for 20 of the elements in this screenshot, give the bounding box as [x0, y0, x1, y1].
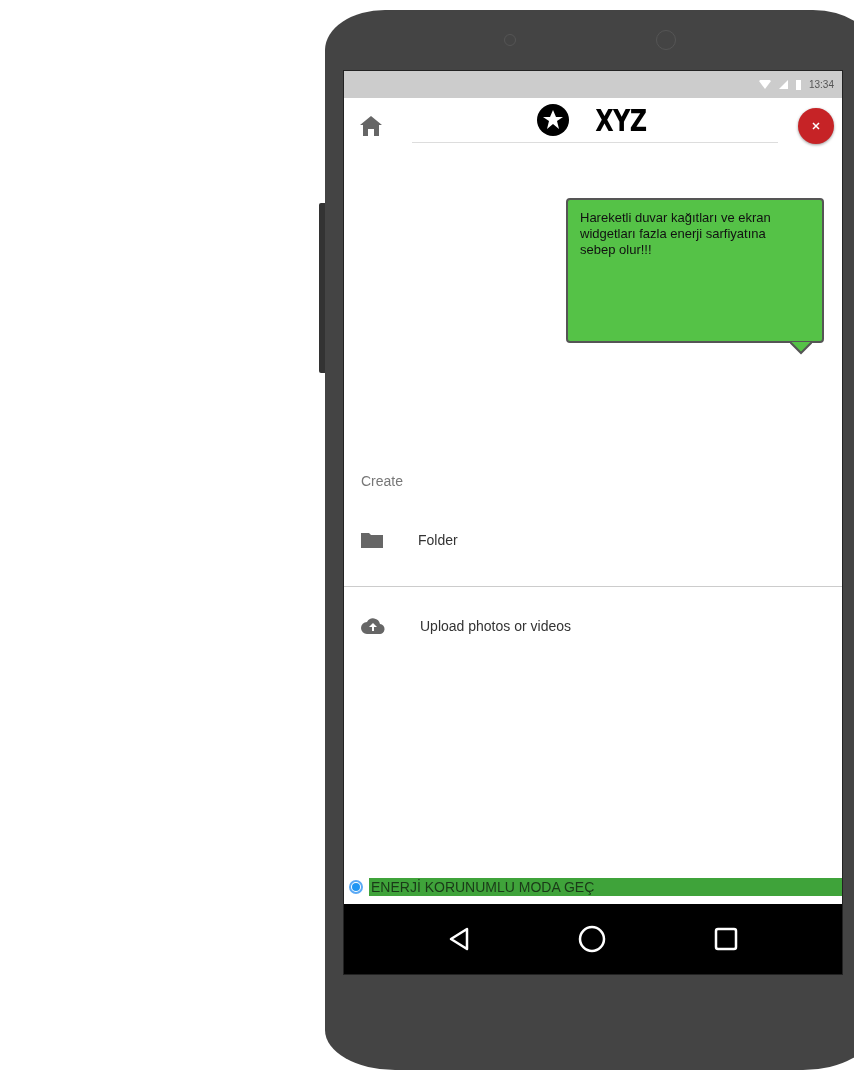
folder-icon: [361, 531, 383, 548]
wifi-icon: [758, 80, 771, 89]
menu-item[interactable]: Upload photos or videos: [344, 587, 842, 665]
back-icon[interactable]: [448, 927, 470, 951]
app-title: XYZ: [595, 102, 647, 138]
home-circle-icon[interactable]: [578, 925, 606, 953]
home-icon[interactable]: [360, 116, 382, 136]
option-label: ENERJİ KORUNUMLU MODA GEÇ: [369, 878, 842, 896]
radio-button[interactable]: [349, 880, 363, 894]
close-icon: [811, 121, 821, 131]
menu-item[interactable]: Folder: [344, 493, 842, 587]
tooltip-pointer: [790, 341, 812, 355]
recents-icon[interactable]: [714, 927, 738, 951]
signal-icon: [778, 80, 788, 89]
close-button[interactable]: [798, 108, 834, 144]
section-heading: Create: [360, 473, 405, 491]
cloud-upload-icon: [361, 618, 385, 634]
tooltip: Hareketli duvar kağıtları ve ekran widgetları fazla enerji sarfiyatına sebep olur!!!: [566, 198, 824, 343]
battery-icon: [795, 79, 801, 90]
clock: 13:34: [808, 79, 834, 90]
